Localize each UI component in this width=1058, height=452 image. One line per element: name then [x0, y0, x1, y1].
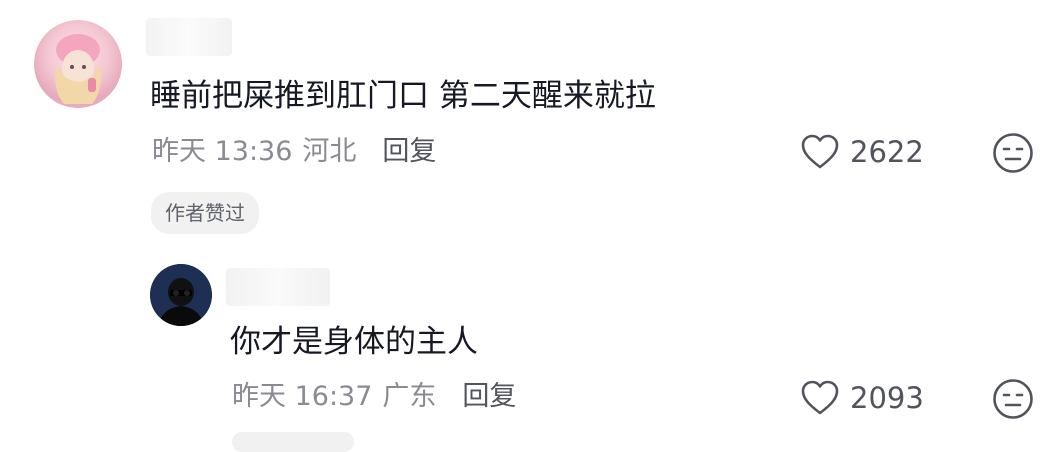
next-item-stub — [232, 432, 354, 452]
username-redacted[interactable] — [226, 268, 330, 306]
avatar-image — [55, 34, 101, 104]
username-redacted[interactable] — [146, 18, 232, 56]
avatar-image — [150, 264, 212, 326]
comment-time: 昨天 16:37 — [232, 381, 373, 412]
comment-item: 睡前把屎推到肛门口 第二天醒来就拉 昨天 13:36 河北 回复 2622 作者… — [0, 0, 1058, 240]
like-button[interactable]: 2093 — [800, 379, 924, 417]
avatar[interactable] — [34, 20, 122, 108]
comment-text: 你才是身体的主人 — [230, 324, 478, 360]
comment-meta: 昨天 16:37 广东 回复 — [232, 380, 516, 414]
comment-meta: 昨天 13:36 河北 回复 — [152, 135, 436, 169]
heart-outline-icon — [801, 134, 839, 169]
heart-outline-icon — [801, 380, 839, 415]
comment-time: 昨天 13:36 — [152, 136, 293, 167]
reply-button[interactable]: 回复 — [462, 380, 516, 414]
neutral-face-icon[interactable] — [992, 132, 1034, 174]
like-count: 2622 — [850, 135, 924, 169]
avatar[interactable] — [150, 264, 212, 326]
reply-item: 你才是身体的主人 昨天 16:37 广东 回复 2093 — [0, 250, 1058, 440]
comment-location: 河北 — [302, 136, 357, 167]
like-count: 2093 — [850, 381, 924, 415]
comment-location: 广东 — [382, 381, 437, 412]
reply-button[interactable]: 回复 — [382, 135, 436, 169]
author-liked-badge: 作者赞过 — [151, 192, 259, 234]
neutral-face-icon[interactable] — [992, 378, 1034, 420]
comment-text: 睡前把屎推到肛门口 第二天醒来就拉 — [150, 78, 656, 114]
like-button[interactable]: 2622 — [800, 133, 924, 171]
